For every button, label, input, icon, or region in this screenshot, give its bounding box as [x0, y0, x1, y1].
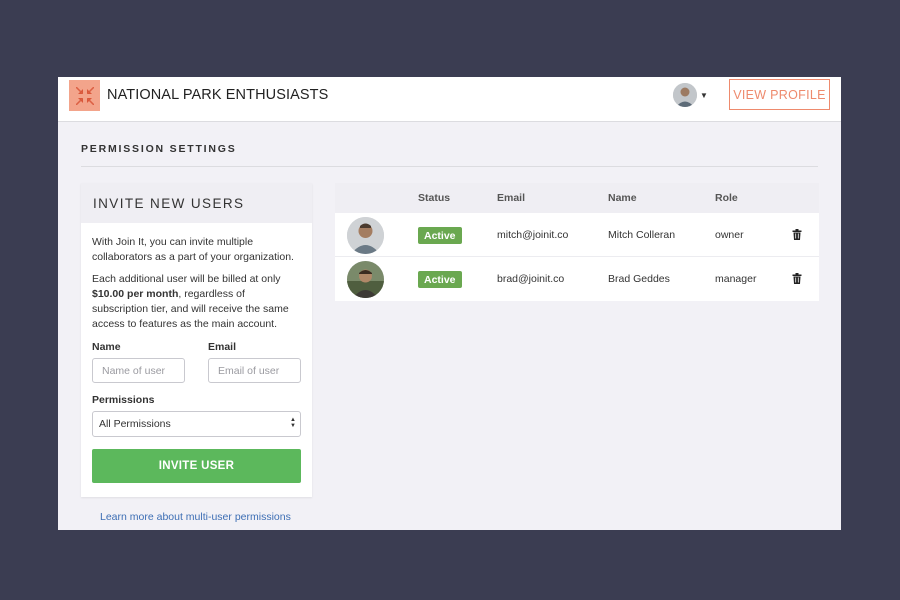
- billing-prefix: Each additional user will be billed at o…: [92, 273, 281, 285]
- status-badge: Active: [418, 271, 462, 288]
- email-field[interactable]: [208, 358, 301, 383]
- user-role: manager: [715, 273, 757, 285]
- invite-panel: INVITE NEW USERS With Join It, you can i…: [81, 183, 312, 497]
- permissions-selected-value: All Permissions: [99, 418, 171, 430]
- invite-user-button[interactable]: INVITE USER: [92, 449, 301, 483]
- user-role: owner: [715, 229, 744, 241]
- org-name: NATIONAL PARK ENTHUSIASTS: [107, 87, 329, 103]
- user-name: Mitch Colleran: [608, 229, 676, 241]
- app-window: NATIONAL PARK ENTHUSIASTS ▼ VIEW PROFILE…: [58, 77, 841, 530]
- billing-text: Each additional user will be billed at o…: [92, 272, 301, 332]
- account-menu[interactable]: ▼: [673, 83, 708, 107]
- name-field[interactable]: [92, 358, 185, 383]
- page-title: PERMISSION SETTINGS: [81, 143, 237, 155]
- select-arrows-icon: ▲ ▼: [290, 417, 296, 429]
- permissions-select[interactable]: All Permissions ▲ ▼: [92, 411, 301, 437]
- org-logo[interactable]: [69, 80, 100, 111]
- user-email: brad@joinit.co: [497, 273, 565, 285]
- view-profile-button[interactable]: VIEW PROFILE: [729, 79, 830, 110]
- table-header: Status Email Name Role: [335, 183, 819, 213]
- billing-price: $10.00 per month: [92, 288, 179, 300]
- avatar[interactable]: [673, 83, 697, 107]
- user-name: Brad Geddes: [608, 273, 670, 285]
- users-table: Status Email Name Role Active mitch@join…: [335, 183, 819, 301]
- header-role: Role: [715, 192, 738, 204]
- email-label: Email: [208, 341, 237, 353]
- header-status: Status: [418, 192, 451, 204]
- divider: [81, 166, 818, 167]
- table-row: Active mitch@joinit.co Mitch Colleran ow…: [335, 213, 819, 257]
- avatar: [347, 261, 384, 298]
- user-email: mitch@joinit.co: [497, 229, 569, 241]
- name-label: Name: [92, 341, 121, 353]
- status-badge: Active: [418, 227, 462, 244]
- compress-arrows-icon: [75, 86, 94, 105]
- invite-panel-title: INVITE NEW USERS: [81, 183, 312, 223]
- avatar: [347, 217, 384, 254]
- header-name: Name: [608, 192, 637, 204]
- chevron-down-icon[interactable]: ▼: [700, 91, 708, 100]
- header-email: Email: [497, 192, 526, 204]
- permissions-label: Permissions: [92, 394, 155, 406]
- table-row: Active brad@joinit.co Brad Geddes manage…: [335, 257, 819, 301]
- trash-icon[interactable]: [792, 273, 802, 284]
- top-nav: NATIONAL PARK ENTHUSIASTS ▼ VIEW PROFILE: [58, 77, 841, 122]
- trash-icon[interactable]: [792, 229, 802, 240]
- learn-more-link[interactable]: Learn more about multi-user permissions: [100, 511, 291, 523]
- invite-intro-text: With Join It, you can invite multiple co…: [92, 236, 294, 263]
